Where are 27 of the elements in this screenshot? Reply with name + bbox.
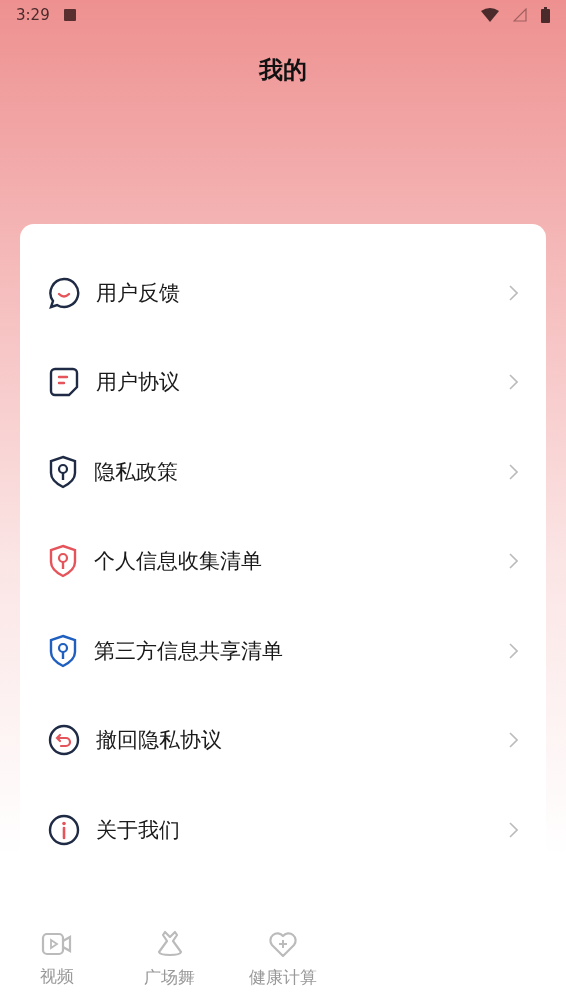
chat-bubble-icon <box>48 276 80 309</box>
signal-icon <box>513 8 527 22</box>
status-time: 3:29 <box>16 6 50 24</box>
chevron-right-icon <box>509 463 518 480</box>
undo-circle-icon <box>48 724 80 757</box>
battery-icon <box>541 7 550 23</box>
wifi-icon <box>481 8 499 22</box>
menu-item[interactable]: 撤回隐私协议 <box>96 726 493 755</box>
menu-item[interactable]: 第三方信息共享清单 <box>94 636 493 665</box>
document-icon <box>48 366 80 399</box>
menu-item[interactable]: 隐私政策 <box>94 457 493 486</box>
menu-item[interactable]: 关于我们 <box>96 815 493 844</box>
menu-item[interactable]: 用户协议 <box>96 368 493 397</box>
chevron-right-icon <box>509 553 518 570</box>
chevron-right-icon <box>509 821 518 838</box>
notification-icon <box>63 9 76 21</box>
menu-item[interactable]: 用户反馈 <box>96 278 493 307</box>
page-title: 我的 <box>258 55 308 86</box>
chevron-right-icon <box>509 642 518 659</box>
chevron-right-icon <box>509 732 518 749</box>
chevron-right-icon <box>509 284 518 301</box>
menu-item[interactable]: 个人信息收集清单 <box>94 547 493 576</box>
dress-icon <box>155 929 184 958</box>
info-icon <box>48 813 80 846</box>
video-icon <box>40 930 73 957</box>
chevron-right-icon <box>509 374 518 391</box>
heart-plus-icon <box>267 929 298 958</box>
